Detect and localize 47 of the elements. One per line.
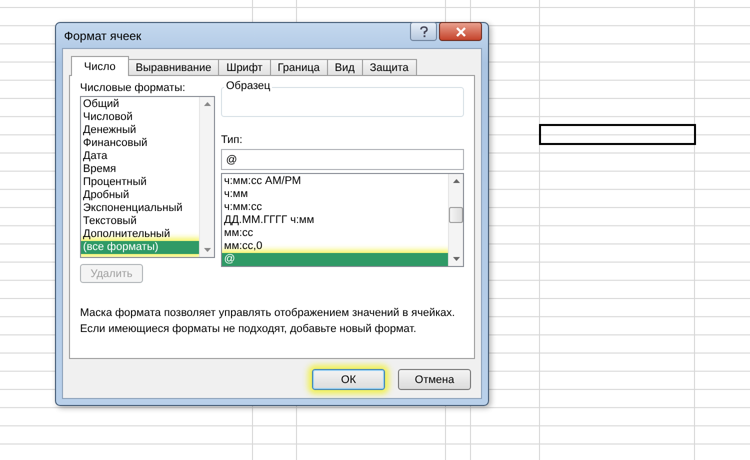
- list-item[interactable]: Финансовый: [81, 137, 199, 150]
- description-text: Маска формата позволяет управлять отображением значений в ячейках. Если имеющиеся форматы не подходят, добавьте новый формат.: [80, 306, 456, 337]
- tab[interactable]: Защита: [362, 59, 417, 76]
- list-item[interactable]: ДД.ММ.ГГГГ ч:мм: [222, 214, 448, 227]
- tab[interactable]: Вид: [326, 59, 363, 76]
- scrollbar[interactable]: [199, 97, 214, 257]
- scroll-thumb[interactable]: [449, 207, 463, 223]
- category-list[interactable]: Общий Числовой Денежный Финансовый Дата Время Процентный Дробный Экспоненциальный Текстовый Дополнительный (все форматы): [80, 96, 215, 258]
- scroll-up-icon: [204, 102, 210, 106]
- dialog-button[interactable]: Отмена: [398, 369, 471, 390]
- list-item[interactable]: Общий: [81, 98, 199, 111]
- format-list[interactable]: ч:мм:сс AM/PM ч:мм ч:мм:сс ДД.ММ.ГГГГ ч:мм мм:сс мм:сс,0 @: [221, 173, 464, 267]
- list-item[interactable]: ч:мм:сс: [222, 201, 448, 214]
- help-button[interactable]: [410, 22, 437, 41]
- list-item[interactable]: Текстовый: [81, 215, 199, 228]
- scrollbar[interactable]: [448, 174, 463, 266]
- list-item[interactable]: Дробный: [81, 189, 199, 202]
- list-item[interactable]: Время: [81, 163, 199, 176]
- list-item[interactable]: мм:сс: [222, 227, 448, 240]
- list-item[interactable]: мм:сс,0: [222, 240, 448, 253]
- dialog-button[interactable]: ОК: [312, 369, 385, 390]
- list-item[interactable]: Дата: [81, 150, 199, 163]
- list-item[interactable]: Экспоненциальный: [81, 202, 199, 215]
- scroll-down-icon: [452, 257, 460, 261]
- tab[interactable]: Выравнивание: [128, 59, 220, 76]
- tab[interactable]: Граница: [270, 59, 328, 76]
- list-item[interactable]: Денежный: [81, 124, 199, 137]
- list-item[interactable]: ч:мм: [222, 188, 448, 201]
- field-label: Тип:: [221, 133, 244, 148]
- close-button[interactable]: [439, 22, 482, 41]
- selected-cell[interactable]: [539, 124, 696, 145]
- list-item[interactable]: Дополнительный: [81, 228, 199, 241]
- group-label: Образец: [224, 80, 272, 93]
- tab[interactable]: Число: [71, 56, 129, 76]
- window-title: Формат ячеек: [63, 28, 142, 42]
- type-input-field[interactable]: @: [221, 149, 464, 170]
- scroll-down-icon: [204, 248, 210, 252]
- list-label: Числовые форматы:: [80, 81, 186, 96]
- list-item[interactable]: ч:мм:сс AM/PM: [222, 175, 448, 188]
- question-icon: [418, 26, 428, 38]
- close-icon: [454, 26, 466, 36]
- list-item[interactable]: (все форматы): [81, 241, 199, 254]
- scroll-up-icon: [452, 179, 460, 183]
- tab[interactable]: Шрифт: [218, 59, 271, 76]
- list-item[interactable]: @: [222, 253, 448, 266]
- list-item[interactable]: Процентный: [81, 176, 199, 189]
- list-item[interactable]: Числовой: [81, 111, 199, 124]
